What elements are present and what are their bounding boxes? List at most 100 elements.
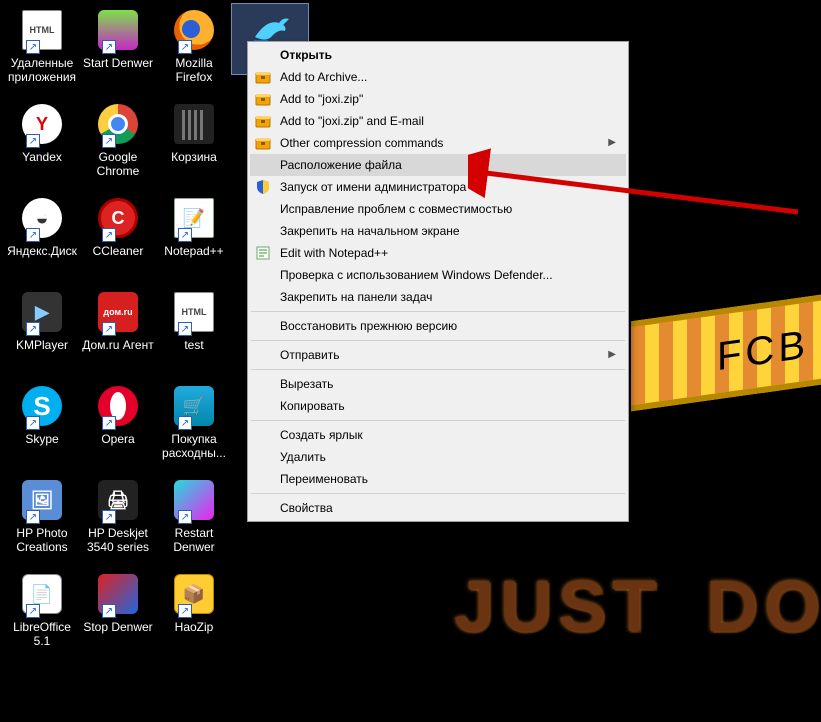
icon-label: Stop Denwer — [81, 618, 154, 634]
menu-item-запуск-от-имени-администратора[interactable]: Запуск от имени администратора — [250, 176, 626, 198]
menu-item-label: Отправить — [280, 348, 340, 362]
menu-item-создать-ярлык[interactable]: Создать ярлык — [250, 424, 626, 446]
menu-item-add-to-joxi-zip-and-e-mail[interactable]: Add to "joxi.zip" and E-mail — [250, 110, 626, 132]
shortcut-overlay-icon: ↗ — [102, 510, 116, 524]
icon-label: KMPlayer — [14, 336, 70, 352]
shortcut-overlay-icon: ↗ — [178, 510, 192, 524]
icon-deleted-apps[interactable]: HTML↗ Удаленные приложения — [4, 4, 80, 98]
icon-stop-denwer[interactable]: ↗ Stop Denwer — [80, 568, 156, 662]
icon-label: CCleaner — [91, 242, 146, 258]
recycle-bin-icon — [174, 104, 214, 144]
submenu-arrow-icon: ▶ — [608, 349, 616, 360]
menu-item-label: Восстановить прежнюю версию — [280, 319, 457, 333]
archive-icon — [254, 90, 272, 108]
menu-item-исправление-проблем-с-совмести[interactable]: Исправление проблем с совместимостью — [250, 198, 626, 220]
archive-icon — [254, 112, 272, 130]
menu-item-label: Add to "joxi.zip" and E-mail — [280, 114, 424, 128]
menu-item-label: Проверка с использованием Windows Defend… — [280, 268, 553, 282]
shortcut-overlay-icon: ↗ — [26, 40, 40, 54]
menu-item-расположение-файла[interactable]: Расположение файла — [250, 154, 626, 176]
icon-recycle-bin[interactable]: Корзина — [156, 98, 232, 192]
icon-restart-denwer[interactable]: ↗ Restart Denwer — [156, 474, 232, 568]
icon-yandex-disk[interactable]: ◒↗ Яндекс.Диск — [4, 192, 80, 286]
icon-notepadpp[interactable]: 📝↗ Notepad++ — [156, 192, 232, 286]
menu-item-отправить[interactable]: Отправить ▶ — [250, 344, 626, 366]
menu-item-label: Add to "joxi.zip" — [280, 92, 363, 106]
icon-hp-deskjet[interactable]: 🖨↗ HP Deskjet 3540 series — [80, 474, 156, 568]
menu-separator — [251, 311, 625, 312]
icon-haozip[interactable]: 📦↗ HaoZip — [156, 568, 232, 662]
menu-item-label: Запуск от имени администратора — [280, 180, 466, 194]
menu-item-label: Копировать — [280, 399, 345, 413]
icon-libreoffice[interactable]: 📄↗ LibreOffice 5.1 — [4, 568, 80, 662]
menu-separator — [251, 369, 625, 370]
menu-item-копировать[interactable]: Копировать — [250, 395, 626, 417]
menu-item-label: Исправление проблем с совместимостью — [280, 202, 512, 216]
shortcut-overlay-icon: ↗ — [178, 322, 192, 336]
icon-opera[interactable]: ↗ Opera — [80, 380, 156, 474]
icon-start-denwer[interactable]: ↗ Start Denwer — [80, 4, 156, 98]
menu-item-закрепить-на-начальном-экране[interactable]: Закрепить на начальном экране — [250, 220, 626, 242]
icon-label: Mozilla Firefox — [156, 54, 232, 84]
icon-label: Покупка расходны... — [156, 430, 232, 460]
menu-item-закрепить-на-панели-задач[interactable]: Закрепить на панели задач — [250, 286, 626, 308]
menu-item-удалить[interactable]: Удалить — [250, 446, 626, 468]
menu-separator — [251, 340, 625, 341]
menu-item-edit-with-notepad[interactable]: Edit with Notepad++ — [250, 242, 626, 264]
icon-hp-photo[interactable]: 🖼↗ HP Photo Creations — [4, 474, 80, 568]
shortcut-overlay-icon: ↗ — [178, 604, 192, 618]
icon-label: HaoZip — [173, 618, 216, 634]
icon-label: Notepad++ — [162, 242, 225, 258]
menu-item-label: Add to Archive... — [280, 70, 367, 84]
icon-label: Корзина — [169, 148, 219, 164]
icon-label: Google Chrome — [80, 148, 156, 178]
icon-label: Yandex — [20, 148, 64, 164]
menu-item-label: Закрепить на начальном экране — [280, 224, 460, 238]
icon-test[interactable]: HTML↗ test — [156, 286, 232, 380]
menu-item-label: Создать ярлык — [280, 428, 363, 442]
menu-item-проверка-с-использованием-wind[interactable]: Проверка с использованием Windows Defend… — [250, 264, 626, 286]
shortcut-overlay-icon: ↗ — [178, 228, 192, 242]
menu-item-other-compression-commands[interactable]: Other compression commands ▶ — [250, 132, 626, 154]
icon-kmplayer[interactable]: ▶↗ KMPlayer — [4, 286, 80, 380]
icon-label: Яндекс.Диск — [5, 242, 79, 258]
menu-item-add-to-joxi-zip[interactable]: Add to "joxi.zip" — [250, 88, 626, 110]
icon-label: Skype — [23, 430, 60, 446]
menu-item-label: Закрепить на панели задач — [280, 290, 432, 304]
menu-item-переименовать[interactable]: Переименовать — [250, 468, 626, 490]
icon-firefox[interactable]: ↗ Mozilla Firefox — [156, 4, 232, 98]
menu-item-свойства[interactable]: Свойства — [250, 497, 626, 519]
shortcut-overlay-icon: ↗ — [26, 228, 40, 242]
menu-item-label: Edit with Notepad++ — [280, 246, 388, 260]
menu-separator — [251, 420, 625, 421]
icon-label: Start Denwer — [81, 54, 155, 70]
submenu-arrow-icon: ▶ — [608, 137, 616, 148]
icon-label: test — [182, 336, 205, 352]
icon-chrome[interactable]: ↗ Google Chrome — [80, 98, 156, 192]
menu-item-восстановить-прежнюю-версию[interactable]: Восстановить прежнюю версию — [250, 315, 626, 337]
icon-yandex[interactable]: Y↗ Yandex — [4, 98, 80, 192]
icon-domru[interactable]: дом.ru↗ Дом.ru Агент — [80, 286, 156, 380]
icon-label: Restart Denwer — [156, 524, 232, 554]
archive-icon — [254, 68, 272, 86]
shortcut-overlay-icon: ↗ — [102, 134, 116, 148]
shortcut-overlay-icon: ↗ — [102, 416, 116, 430]
icon-label: HP Deskjet 3540 series — [80, 524, 156, 554]
menu-item-label: Открыть — [280, 48, 332, 62]
menu-item-add-to-archive[interactable]: Add to Archive... — [250, 66, 626, 88]
npp-icon — [254, 244, 272, 262]
menu-item-label: Вырезать — [280, 377, 333, 391]
icon-label: Удаленные приложения — [4, 54, 80, 84]
archive-icon — [254, 134, 272, 152]
icon-ccleaner[interactable]: C↗ CCleaner — [80, 192, 156, 286]
menu-item-label: Удалить — [280, 450, 326, 464]
menu-item-label: Переименовать — [280, 472, 368, 486]
icon-shopping[interactable]: 🛒↗ Покупка расходны... — [156, 380, 232, 474]
menu-item-вырезать[interactable]: Вырезать — [250, 373, 626, 395]
icon-skype[interactable]: S↗ Skype — [4, 380, 80, 474]
menu-item-открыть[interactable]: Открыть — [250, 44, 626, 66]
menu-item-label: Other compression commands — [280, 136, 443, 150]
shortcut-overlay-icon: ↗ — [102, 228, 116, 242]
shortcut-overlay-icon: ↗ — [102, 604, 116, 618]
icon-label: Дом.ru Агент — [80, 336, 155, 352]
